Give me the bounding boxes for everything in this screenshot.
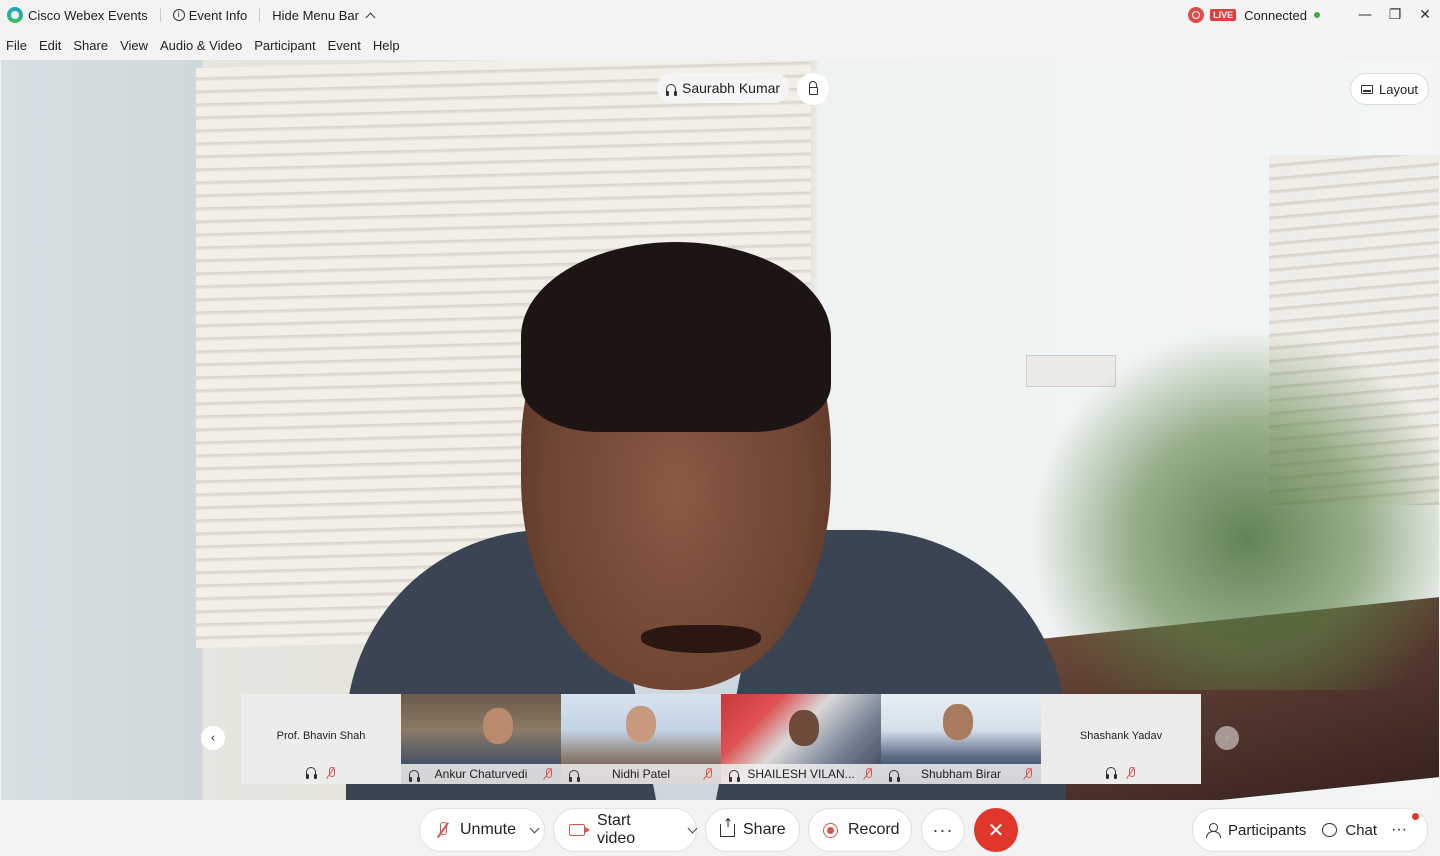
mic-muted-icon	[543, 768, 553, 780]
chat-button[interactable]: Chat	[1322, 822, 1377, 839]
divider	[159, 8, 161, 22]
record-icon	[823, 822, 838, 838]
mic-muted-icon	[703, 768, 713, 780]
chevron-up-icon	[365, 12, 376, 22]
menu-event[interactable]: Event	[328, 38, 361, 53]
filmstrip-prev-button[interactable]: ‹	[201, 726, 225, 750]
mic-muted-icon	[863, 768, 873, 780]
record-label: Record	[848, 821, 900, 838]
participants-icon	[1206, 822, 1221, 838]
mic-muted-icon	[1023, 768, 1033, 780]
panel-more-label: ···	[1391, 821, 1408, 838]
meeting-controls-bar: Unmute Start video Share Record ··· ✕ Pa…	[0, 800, 1440, 856]
lock-icon	[808, 81, 818, 95]
notification-dot-icon	[1412, 813, 1419, 820]
panel-buttons-group: Participants Chat ···	[1192, 808, 1428, 852]
unmute-label: Unmute	[460, 821, 517, 838]
participant-tile[interactable]: SHAILESH VILAN...	[721, 694, 881, 784]
headset-icon	[568, 769, 580, 782]
title-bar: Cisco Webex Events i Event Info Hide Men…	[0, 0, 1440, 30]
participants-button[interactable]: Participants	[1206, 822, 1306, 839]
layout-label: Layout	[1379, 81, 1419, 97]
headset-icon	[1105, 767, 1117, 779]
menu-share[interactable]: Share	[73, 38, 108, 53]
headset-icon	[408, 769, 420, 782]
participant-name: Prof. Bhavin Shah	[276, 730, 366, 742]
video-off-icon	[569, 824, 590, 836]
panel-more-button[interactable]: ···	[1391, 821, 1407, 839]
participant-name: SHAILESH VILAN...	[747, 767, 855, 781]
start-video-button[interactable]: Start video	[553, 808, 698, 852]
restore-button[interactable]: ❐	[1380, 0, 1410, 30]
headset-icon	[888, 769, 900, 782]
active-speaker-label: Saurabh Kumar	[657, 73, 790, 103]
record-button[interactable]: Record	[808, 808, 912, 852]
participant-filmstrip: Prof. Bhavin Shah Ankur Chaturvedi Nidhi…	[241, 694, 1201, 784]
app-title: Cisco Webex Events	[28, 7, 148, 23]
lock-video-button[interactable]	[797, 73, 829, 105]
speaker-mouth	[641, 625, 761, 653]
unmute-button[interactable]: Unmute	[419, 808, 545, 852]
participant-tile[interactable]: Prof. Bhavin Shah	[241, 694, 401, 784]
main-video-stage[interactable]: Saurabh Kumar Layout ‹ › Prof. Bhavin Sh…	[1, 60, 1439, 800]
close-window-button[interactable]: ✕	[1410, 0, 1440, 30]
hide-menu-bar-label: Hide Menu Bar	[272, 7, 359, 23]
minimize-button[interactable]: —	[1350, 0, 1380, 30]
share-button[interactable]: Share	[705, 808, 800, 852]
participant-tile[interactable]: Shashank Yadav	[1041, 694, 1201, 784]
participant-video	[626, 706, 656, 742]
active-speaker-name: Saurabh Kumar	[682, 80, 781, 96]
participant-video	[943, 704, 973, 740]
participant-video	[789, 710, 819, 746]
share-label: Share	[743, 821, 786, 838]
participant-name: Shubham Birar	[920, 767, 1002, 781]
layout-icon	[1361, 84, 1373, 94]
mic-muted-icon	[326, 767, 336, 779]
event-info-button[interactable]: i Event Info	[172, 7, 248, 23]
menu-help[interactable]: Help	[373, 38, 400, 53]
menu-participant[interactable]: Participant	[254, 38, 315, 53]
start-video-label: Start video	[596, 812, 636, 847]
hide-menu-bar-button[interactable]: Hide Menu Bar	[272, 7, 376, 23]
event-info-label: Event Info	[188, 7, 248, 23]
divider	[259, 8, 261, 22]
chat-icon	[1322, 823, 1338, 837]
info-icon: i	[172, 9, 185, 21]
more-options-button[interactable]: ···	[921, 808, 965, 852]
participant-name: Shashank Yadav	[1079, 730, 1163, 742]
participants-label: Participants	[1228, 821, 1307, 839]
menu-edit[interactable]: Edit	[39, 38, 61, 53]
participant-tile[interactable]: Ankur Chaturvedi	[401, 694, 561, 784]
participant-name: Nidhi Patel	[611, 767, 671, 781]
mic-muted-icon	[437, 822, 448, 838]
plant	[1011, 310, 1439, 690]
headset-icon	[665, 83, 677, 96]
chat-label: Chat	[1345, 821, 1378, 839]
menu-file[interactable]: File	[6, 38, 27, 53]
headset-icon	[305, 767, 317, 779]
mic-muted-icon	[1126, 767, 1136, 779]
connected-dot-icon	[1314, 12, 1320, 18]
participant-tile[interactable]: Shubham Birar	[881, 694, 1041, 784]
filmstrip-next-button[interactable]: ›	[1215, 726, 1239, 750]
speaker-hair	[521, 242, 831, 432]
menu-view[interactable]: View	[120, 38, 148, 53]
menu-bar: File Edit Share View Audio & Video Parti…	[0, 30, 1440, 60]
recording-indicator-icon	[1188, 7, 1205, 23]
leave-meeting-button[interactable]: ✕	[974, 808, 1018, 852]
participant-video	[483, 708, 513, 744]
participant-name: Ankur Chaturvedi	[434, 767, 528, 781]
webex-logo-icon	[7, 7, 23, 23]
layout-button[interactable]: Layout	[1350, 73, 1430, 105]
chevron-down-icon[interactable]	[529, 823, 540, 833]
headset-icon	[728, 769, 740, 782]
live-badge: LIVE	[1210, 9, 1237, 21]
menu-audio-video[interactable]: Audio & Video	[160, 38, 242, 53]
connection-status: Connected	[1244, 7, 1307, 23]
participant-tile[interactable]: Nidhi Patel	[561, 694, 721, 784]
chevron-down-icon[interactable]	[687, 823, 698, 833]
share-icon	[720, 816, 735, 837]
